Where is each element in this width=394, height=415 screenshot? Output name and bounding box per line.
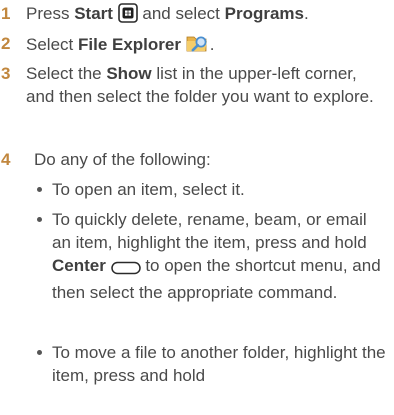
- step-text: Select the Show list in the upper-left c…: [26, 64, 374, 106]
- show-label: Show: [106, 64, 152, 83]
- bullet-dot: [37, 350, 42, 355]
- windows-start-icon: [117, 3, 138, 29]
- start-label: Start: [74, 4, 113, 23]
- bullet-text: To move a file to another folder, highli…: [52, 343, 386, 385]
- step-text: Do any of the following:: [34, 150, 211, 169]
- step-text: Select File Explorer .: [26, 32, 386, 60]
- bullet-dot: [37, 187, 42, 192]
- bullet-dot: [37, 217, 42, 222]
- center-button-icon: [110, 258, 141, 281]
- instruction-page: 1 Press Start and select Programs. 2 Sel…: [0, 0, 394, 415]
- step-number: 4: [1, 150, 11, 169]
- programs-label: Programs: [224, 4, 304, 23]
- step-number: 3: [1, 64, 11, 83]
- center-label: Center: [52, 256, 106, 275]
- step-text: Press Start and select Programs.: [26, 2, 386, 29]
- file-explorer-label: File Explorer: [77, 35, 181, 54]
- folder-magnifier-icon: [186, 32, 210, 60]
- bullet-text: To open an item, select it.: [52, 180, 245, 199]
- step-number: 2: [1, 34, 11, 53]
- step-number: 1: [1, 4, 11, 23]
- bullet-text: To quickly delete, rename, beam, or emai…: [52, 210, 381, 302]
